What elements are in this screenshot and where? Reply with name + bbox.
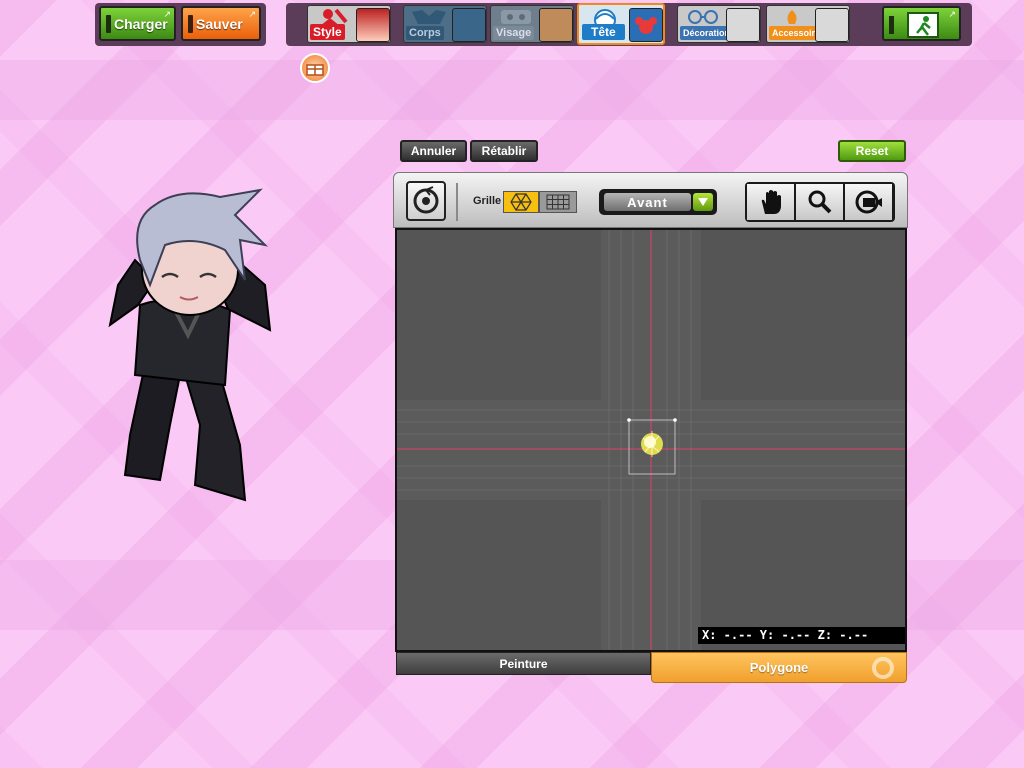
tab-polygon[interactable]: Polygone xyxy=(651,652,907,683)
ring-icon xyxy=(872,657,894,679)
exit-icon xyxy=(907,12,939,38)
category-body-label: Corps xyxy=(406,26,444,40)
hex-grid-icon xyxy=(510,193,532,211)
file-toolbar: Charger ↗ Sauver ↗ xyxy=(95,3,266,46)
background-band xyxy=(0,60,1024,120)
arrow-icon: ↗ xyxy=(948,9,956,19)
tab-polygon-label: Polygone xyxy=(749,660,809,675)
head-item-icon xyxy=(635,17,657,34)
magnifier-icon xyxy=(808,190,831,214)
exit-button[interactable]: ↗ xyxy=(882,6,961,41)
square-grid-icon xyxy=(546,194,570,210)
face-icon xyxy=(501,10,531,24)
exit-bar-icon xyxy=(889,16,894,34)
grid-hex-toggle[interactable] xyxy=(503,191,539,213)
redo-button[interactable]: Rétablir xyxy=(470,140,538,162)
grid-square-toggle[interactable] xyxy=(539,191,577,213)
category-style-label: Style xyxy=(310,24,345,40)
category-decoration[interactable]: Décoration xyxy=(677,5,761,43)
camera-rotate-icon xyxy=(855,190,882,214)
arrow-icon: ↗ xyxy=(163,9,171,19)
rotate-tool-button[interactable] xyxy=(406,181,446,221)
save-button[interactable]: Sauver ↗ xyxy=(181,6,261,41)
zoom-tool-button[interactable] xyxy=(796,184,843,220)
chevron-down-icon[interactable] xyxy=(693,193,713,211)
tab-paint[interactable]: Peinture xyxy=(396,652,651,675)
coordinate-readout: X: -.-- Y: -.-- Z: -.-- xyxy=(698,627,905,644)
save-label: Sauver xyxy=(196,15,243,32)
body-icon xyxy=(412,10,446,24)
accessory-icon xyxy=(787,10,797,24)
category-body[interactable]: Corps xyxy=(403,5,487,43)
editor-toolbar: Grille Avant xyxy=(393,172,908,228)
load-label: Charger xyxy=(114,15,168,32)
arrow-icon: ↗ xyxy=(248,9,256,19)
pan-tool-button[interactable] xyxy=(747,184,794,220)
face-thumbnail xyxy=(539,8,573,42)
toolbar-divider xyxy=(456,183,458,221)
viewport-canvas[interactable]: X: -.-- Y: -.-- Z: -.-- xyxy=(395,228,907,652)
view-tools xyxy=(745,182,895,222)
grid-label: Grille xyxy=(473,195,502,207)
category-head[interactable]: Tête xyxy=(577,3,665,45)
save-bar-icon xyxy=(188,14,193,33)
viewport-grid xyxy=(397,230,905,650)
category-face-label: Visage xyxy=(493,26,535,40)
view-select-value: Avant xyxy=(604,193,691,211)
editor-panel: Grille Avant X: -.-- Y: -.-- Z: -.-- Pei… xyxy=(393,172,908,684)
hand-icon xyxy=(761,190,781,214)
accessory-thumbnail xyxy=(815,8,849,42)
view-select[interactable]: Avant xyxy=(599,189,717,215)
rotate-icon xyxy=(413,186,439,214)
load-button[interactable]: Charger ↗ xyxy=(99,6,176,41)
gift-icon[interactable] xyxy=(300,53,330,83)
style-thumbnail xyxy=(356,8,390,42)
category-accessory[interactable]: Accessoire xyxy=(766,5,850,43)
undo-button[interactable]: Annuler xyxy=(400,140,467,162)
head-thumbnail xyxy=(629,8,663,42)
body-thumbnail xyxy=(452,8,486,42)
glasses-icon xyxy=(688,10,718,24)
load-bar-icon xyxy=(106,14,111,33)
category-style[interactable]: Style xyxy=(307,5,391,43)
category-head-label: Tête xyxy=(582,24,625,40)
camera-rotate-button[interactable] xyxy=(845,184,892,220)
category-face[interactable]: Visage xyxy=(490,5,574,43)
character-preview xyxy=(108,188,272,502)
gift-box-icon xyxy=(306,64,324,76)
category-bar: Style Corps Visage Tête Décoration Acces… xyxy=(286,3,972,46)
reset-button[interactable]: Reset xyxy=(838,140,906,162)
decoration-thumbnail xyxy=(726,8,760,42)
